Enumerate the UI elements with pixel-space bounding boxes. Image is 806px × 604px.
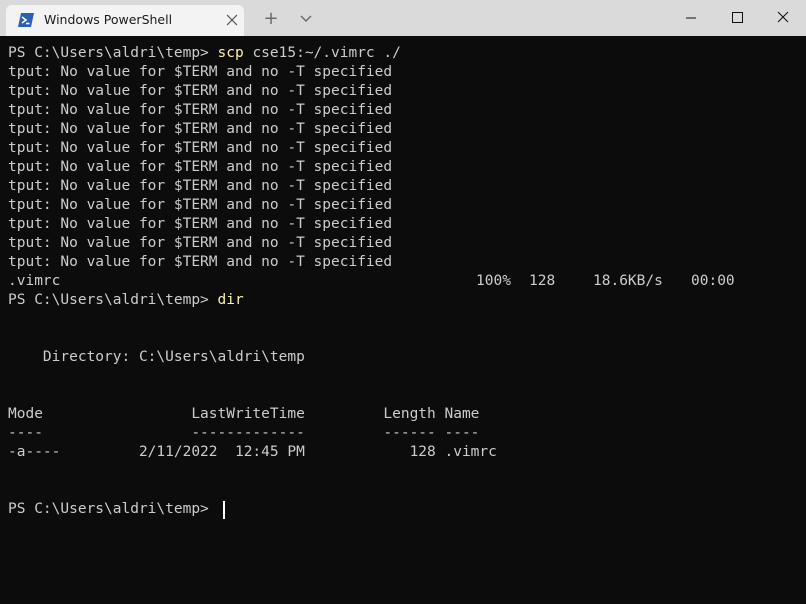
output-line: tput: No value for $TERM and no -T speci… [8, 102, 393, 118]
command-line-scp: PS C:\Users\aldri\temp> scp cse15:~/.vim… [8, 44, 401, 63]
transfer-rate: 18.6KB/s [593, 273, 663, 289]
command-args: cse15:~/.vimrc ./ [243, 45, 401, 61]
directory-heading: Directory: C:\Users\aldri\temp [8, 349, 305, 365]
command-line-dir: PS C:\Users\aldri\temp> dir [8, 291, 244, 310]
transfer-file: .vimrc [8, 273, 61, 289]
command-name: scp [217, 45, 244, 61]
output-line: tput: No value for $TERM and no -T speci… [8, 254, 393, 270]
output-line: tput: No value for $TERM and no -T speci… [8, 121, 393, 137]
terminal-output[interactable]: PS C:\Users\aldri\temp> scp cse15:~/.vim… [0, 36, 806, 604]
prompt: PS C:\Users\aldri\temp> [8, 292, 218, 308]
maximize-button[interactable] [714, 0, 760, 36]
powershell-icon [18, 13, 34, 27]
tab-title: Windows PowerShell [44, 12, 173, 27]
table-rule: ---- ------------- ------ ---- [8, 425, 480, 441]
output-line: tput: No value for $TERM and no -T speci… [8, 197, 393, 213]
output-line: tput: No value for $TERM and no -T speci… [8, 216, 393, 232]
new-tab-button[interactable]: + [258, 8, 284, 30]
transfer-eta: 00:00 [691, 273, 735, 289]
table-header: Mode LastWriteTime Length Name [8, 406, 480, 422]
output-line: tput: No value for $TERM and no -T speci… [8, 64, 393, 80]
output-line: tput: No value for $TERM and no -T speci… [8, 159, 393, 175]
output-line: tput: No value for $TERM and no -T speci… [8, 235, 393, 251]
title-bar: Windows PowerShell + [0, 0, 806, 36]
minimize-button[interactable] [668, 0, 714, 36]
close-tab-icon[interactable] [220, 8, 244, 32]
output-line: tput: No value for $TERM and no -T speci… [8, 83, 393, 99]
text-cursor [223, 501, 225, 519]
table-row: -a---- 2/11/2022 12:45 PM 128 .vimrc [8, 444, 497, 460]
command-line-active: PS C:\Users\aldri\temp> [8, 500, 218, 519]
transfer-size: 128 [529, 273, 556, 289]
transfer-progress-line: .vimrc 100% 128 18.6KB/s 00:00 [8, 272, 798, 291]
output-line: tput: No value for $TERM and no -T speci… [8, 178, 393, 194]
chevron-down-icon[interactable] [294, 8, 318, 30]
command-name: dir [217, 292, 244, 308]
transfer-percent: 100% [476, 273, 511, 289]
prompt: PS C:\Users\aldri\temp> [8, 45, 218, 61]
prompt: PS C:\Users\aldri\temp> [8, 501, 218, 517]
output-line: tput: No value for $TERM and no -T speci… [8, 140, 393, 156]
tab-windows-powershell[interactable]: Windows PowerShell [6, 5, 244, 36]
close-button[interactable] [760, 0, 806, 36]
